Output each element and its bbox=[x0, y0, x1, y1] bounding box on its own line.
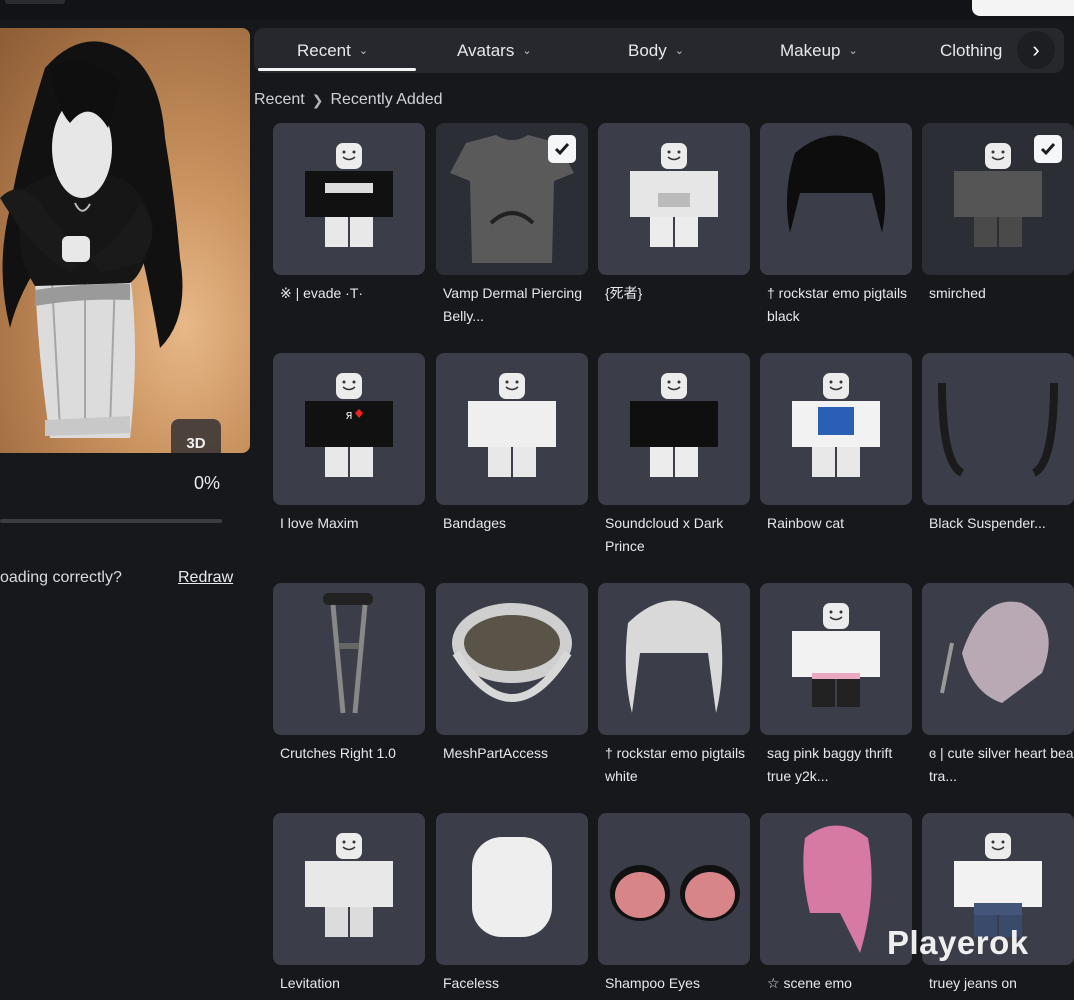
item-name: sag pink baggy thrift true y2k... bbox=[767, 745, 893, 784]
item-card[interactable]: Я bbox=[273, 353, 425, 505]
item-card[interactable] bbox=[273, 123, 425, 275]
item-card[interactable] bbox=[273, 813, 425, 965]
item-name: I love Maxim bbox=[280, 515, 359, 531]
item-thumbnail bbox=[625, 600, 723, 713]
item-thumbnail bbox=[630, 373, 718, 477]
item-name: smirched bbox=[929, 285, 986, 301]
item-name: Soundcloud x Dark Prince bbox=[605, 515, 724, 554]
item-card[interactable] bbox=[598, 813, 750, 965]
item-thumbnail bbox=[792, 603, 880, 707]
item-thumbnail bbox=[792, 373, 880, 477]
item-name: ☆ scene emo bbox=[767, 975, 852, 991]
item-name: † rockstar emo pigtails white bbox=[605, 745, 746, 784]
item-thumbnail bbox=[452, 603, 572, 702]
item-name: Shampoo Eyes bbox=[605, 975, 700, 991]
item-card[interactable] bbox=[760, 583, 912, 735]
item-thumbnail bbox=[323, 593, 373, 714]
checkmark-icon[interactable] bbox=[548, 135, 576, 163]
item-card[interactable] bbox=[922, 123, 1074, 275]
item-name: ɞ | cute silver heart bear tra... bbox=[929, 745, 1074, 784]
item-card[interactable] bbox=[436, 813, 588, 965]
item-card[interactable] bbox=[436, 583, 588, 735]
item-name: MeshPartAccess bbox=[443, 745, 549, 761]
item-grid: ※ | evade ·T· Vamp Dermal Piercing Belly.… bbox=[0, 0, 1074, 1000]
item-name: Crutches Right 1.0 bbox=[280, 745, 396, 761]
item-name: Vamp Dermal Piercing Belly... bbox=[443, 285, 583, 324]
item-thumbnail bbox=[468, 373, 556, 477]
item-name: Faceless bbox=[443, 975, 500, 991]
item-thumbnail bbox=[786, 135, 886, 233]
item-card[interactable] bbox=[922, 353, 1074, 505]
item-card[interactable] bbox=[273, 583, 425, 735]
item-card[interactable] bbox=[598, 583, 750, 735]
item-thumbnail bbox=[305, 833, 393, 937]
item-thumbnail bbox=[610, 865, 740, 921]
watermark-logo: Playerok bbox=[887, 924, 1029, 961]
item-thumbnail bbox=[305, 143, 393, 247]
item-thumbnail bbox=[472, 837, 552, 937]
item-thumbnail bbox=[630, 143, 718, 247]
item-thumbnail: Я bbox=[305, 373, 393, 477]
item-card[interactable] bbox=[760, 123, 912, 275]
item-name: Rainbow cat bbox=[767, 515, 845, 531]
svg-text:Я: Я bbox=[346, 411, 353, 422]
item-card[interactable] bbox=[922, 583, 1074, 735]
item-card[interactable] bbox=[436, 123, 588, 275]
item-name: Black Suspender... bbox=[929, 515, 1046, 531]
item-card[interactable] bbox=[598, 123, 750, 275]
item-name: truey jeans on bbox=[929, 975, 1017, 991]
item-thumbnail bbox=[938, 382, 1058, 477]
item-card[interactable] bbox=[436, 353, 588, 505]
item-name: Levitation bbox=[280, 975, 340, 991]
item-name: {死者} bbox=[605, 285, 643, 301]
item-thumbnail bbox=[940, 601, 1049, 703]
checkmark-icon[interactable] bbox=[1034, 135, 1062, 163]
item-card[interactable] bbox=[760, 353, 912, 505]
item-card[interactable] bbox=[598, 353, 750, 505]
item-name: ※ | evade ·T· bbox=[280, 285, 364, 301]
item-name: Bandages bbox=[443, 515, 507, 531]
item-name: † rockstar emo pigtails black bbox=[767, 285, 908, 324]
